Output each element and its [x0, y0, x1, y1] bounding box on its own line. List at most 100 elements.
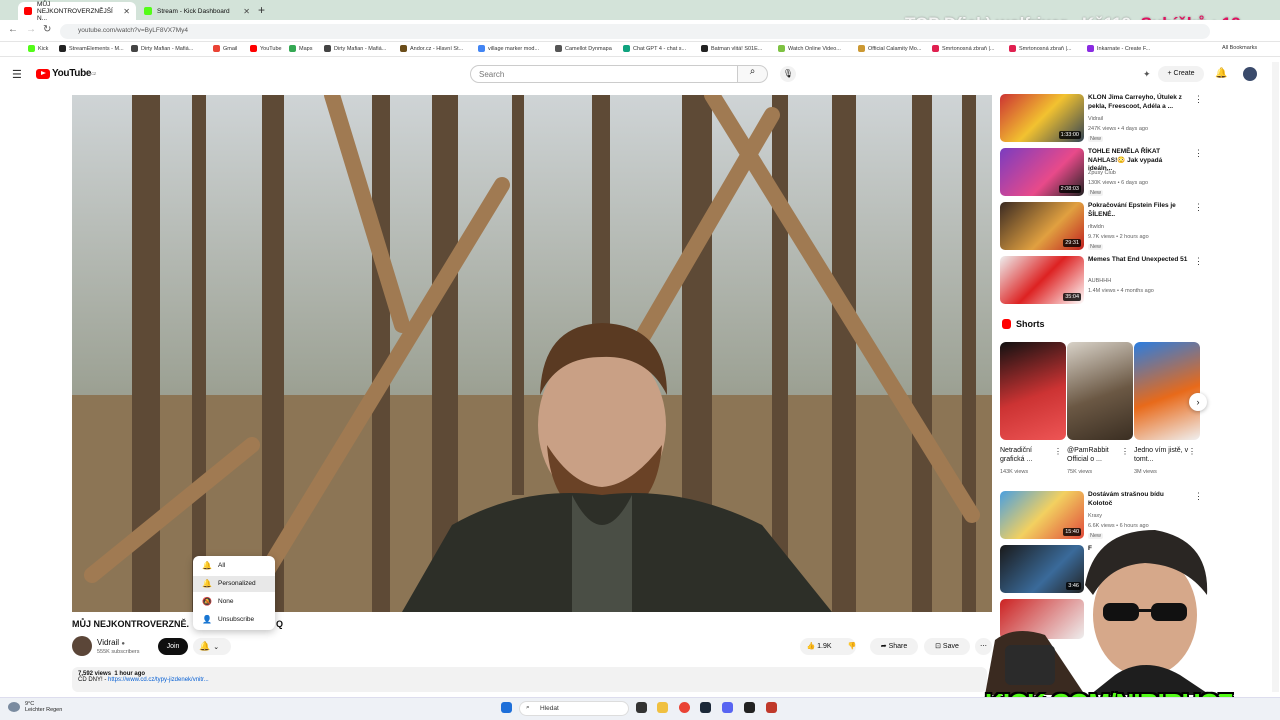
notifications-icon[interactable]: 🔔 [1215, 68, 1227, 79]
windows-start-icon[interactable] [501, 702, 512, 713]
search-icon: ⌕ [526, 704, 530, 711]
new-badge: New [1088, 136, 1104, 142]
short-thumbnail[interactable] [1000, 342, 1066, 440]
verified-icon: ● [121, 641, 125, 647]
bookmark-favicon-icon [28, 45, 35, 52]
bookmark-icon: ⊡ [935, 643, 941, 650]
notif-option-none[interactable]: 🔕 None [193, 594, 275, 610]
short-thumbnail[interactable] [1134, 342, 1200, 440]
bookmark-item[interactable]: Inkarnate - Create F... [1087, 45, 1150, 52]
bell-off-icon: 🔕 [202, 597, 212, 606]
kick-favicon-icon [144, 7, 152, 15]
chevron-right-icon[interactable]: › [1189, 393, 1207, 411]
page-scrollbar[interactable] [1272, 62, 1279, 692]
bookmark-item[interactable]: Camellot Dynmapa [555, 45, 612, 52]
notif-option-unsubscribe[interactable]: 👤 Unsubscribe [193, 612, 275, 628]
steam-icon[interactable] [700, 702, 711, 713]
tab-youtube[interactable]: MŮJ NEJKONTROVERZNĚJŠÍ N... ✕ [18, 1, 136, 22]
short-title[interactable]: Netradiční grafická ... [1000, 446, 1056, 464]
more-options-icon[interactable]: ⋮ [1054, 447, 1062, 456]
app-icon[interactable] [766, 702, 777, 713]
rec-thumbnail: 2:08:03 [1000, 148, 1084, 196]
rec-item[interactable]: 35:04 Memes That End Unexpected 51 AUBHH… [1000, 256, 1203, 306]
bookmark-item[interactable]: Smrtonosná zbraň |... [1009, 45, 1071, 52]
file-explorer-icon[interactable] [657, 702, 668, 713]
search-input[interactable]: Search [470, 65, 738, 83]
chevron-down-icon: ⌄ [213, 644, 220, 651]
all-bookmarks-button[interactable]: All Bookmarks [1222, 45, 1257, 51]
notif-option-personalized[interactable]: 🔔 Personalized [193, 576, 275, 592]
save-button[interactable]: ⊡ Save [924, 638, 970, 655]
notification-bell-button[interactable]: 🔔 ⌄ [193, 638, 231, 655]
shorts-header: Shorts [1002, 319, 1045, 329]
reload-icon[interactable]: ↻ [43, 24, 51, 35]
bookmark-item[interactable]: Watch Online Video... [778, 45, 841, 52]
new-tab-icon[interactable]: + [258, 3, 265, 17]
like-button[interactable]: 👍 1.9K [800, 638, 838, 655]
voice-search-icon[interactable]: 🎙 [780, 66, 796, 82]
share-button[interactable]: ➦ Share [870, 638, 918, 655]
bookmark-favicon-icon [59, 45, 66, 52]
discord-icon[interactable] [722, 702, 733, 713]
obs-icon[interactable] [744, 702, 755, 713]
video-frame [72, 95, 992, 612]
bookmark-favicon-icon [131, 45, 138, 52]
join-button[interactable]: Join [158, 638, 188, 655]
url-field[interactable]: youtube.com/watch?v=ByLF8VX7My4 [60, 24, 1210, 39]
short-title[interactable]: Jedno vím jistě, v tomt... [1134, 446, 1190, 464]
video-title: MŮJ NEJKONTROVERZNĚ. [72, 619, 190, 629]
description-box[interactable]: 7,592 views 1 hour ago ČD DNY! - https:/… [72, 667, 987, 692]
create-button[interactable]: + Create [1158, 66, 1204, 82]
short-title[interactable]: @PamRabbit Official o ... [1067, 446, 1123, 464]
bookmark-item[interactable]: Chat GPT 4 - chat s... [623, 45, 686, 52]
bookmark-item[interactable]: village marker mod... [478, 45, 539, 52]
bookmark-item[interactable]: Kick [28, 45, 48, 52]
bookmark-item[interactable]: Maps [289, 45, 312, 52]
forward-icon[interactable]: → [26, 24, 36, 35]
more-options-icon[interactable]: ⋮ [1121, 447, 1129, 456]
weather-widget[interactable]: 9°C Leichter Regen [25, 701, 62, 713]
bell-icon: 🔔 [202, 579, 212, 588]
bookmark-item[interactable]: Batman vlitá! S01E... [701, 45, 762, 52]
more-options-icon[interactable]: ⋮ [1194, 94, 1203, 105]
tab-kick[interactable]: Stream - Kick Dashboard ✕ [138, 2, 256, 20]
close-tab-icon[interactable]: ✕ [123, 7, 130, 16]
search-icon: ⌕ [749, 66, 756, 77]
short-thumbnail[interactable] [1067, 342, 1133, 440]
streamer-webcam [985, 525, 1210, 695]
task-view-icon[interactable] [636, 702, 647, 713]
more-options-icon[interactable]: ⋮ [1188, 447, 1196, 456]
taskbar-search[interactable]: ⌕ Hledat [519, 701, 629, 716]
search-button[interactable]: ⌕ [738, 65, 768, 83]
bookmark-item[interactable]: StreamElements - M... [59, 45, 124, 52]
bookmark-item[interactable]: Dirty Mafian - Mafiá... [131, 45, 193, 52]
notif-option-all[interactable]: 🔔 All [193, 558, 275, 574]
bookmark-item[interactable]: Andor.cz - Hlavní St... [400, 45, 463, 52]
menu-icon[interactable]: ☰ [12, 68, 22, 81]
rec-item[interactable]: 1:33:00 KLON Jima Carreyho, Útulek z pek… [1000, 94, 1203, 144]
bookmark-favicon-icon [213, 45, 220, 52]
avatar[interactable] [1243, 67, 1257, 81]
bookmark-item[interactable]: Official Calamity Mo... [858, 45, 921, 52]
chrome-icon[interactable] [679, 702, 690, 713]
bookmark-item[interactable]: Smrtonosná zbraň |... [932, 45, 994, 52]
rec-item[interactable]: 2:08:03 TOHLE NEMĚLA ŘÍKAT NAHLAS!😳 Jak … [1000, 148, 1203, 198]
bookmark-item[interactable]: Dirty Mafian - Mafiá... [324, 45, 386, 52]
back-icon[interactable]: ← [8, 24, 18, 35]
cast-icon[interactable]: ✦ [1143, 69, 1151, 80]
close-tab-icon[interactable]: ✕ [243, 7, 250, 16]
more-options-icon[interactable]: ⋮ [1194, 256, 1203, 267]
rec-item[interactable]: 29:31 Pokračování Epstein Files je ŠÍLEN… [1000, 202, 1203, 252]
youtube-logo[interactable]: YouTube CZ [36, 68, 96, 79]
channel-name[interactable]: Vidrail ● [97, 638, 125, 647]
description-link[interactable]: https://www.cd.cz/typy-jizdenek/vnitr... [108, 677, 209, 683]
more-options-icon[interactable]: ⋮ [1194, 148, 1203, 159]
more-options-icon[interactable]: ⋮ [1194, 202, 1203, 213]
bookmark-item[interactable]: Gmail [213, 45, 237, 52]
dislike-button[interactable]: 👎 [842, 638, 862, 655]
video-player[interactable] [72, 95, 992, 612]
bookmark-favicon-icon [932, 45, 939, 52]
more-options-icon[interactable]: ⋮ [1194, 491, 1203, 502]
bookmark-item[interactable]: YouTube [250, 45, 282, 52]
channel-avatar[interactable] [72, 636, 92, 656]
